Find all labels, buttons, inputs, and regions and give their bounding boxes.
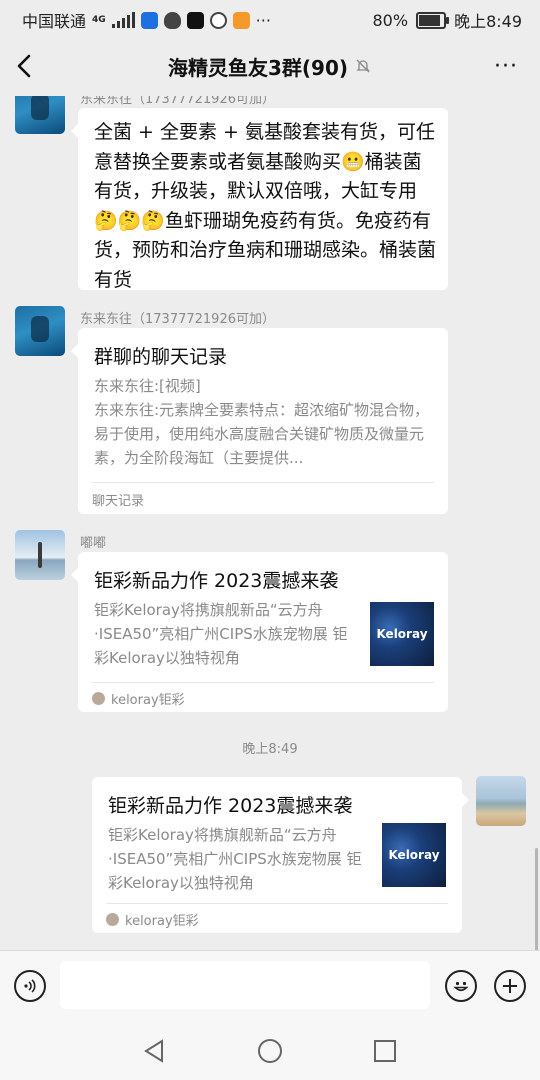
- avatar[interactable]: [15, 96, 65, 134]
- source-name: keloray钜彩: [125, 914, 199, 929]
- thumbnail-logo-text: Keloray: [388, 848, 440, 862]
- battery-icon: [416, 11, 450, 29]
- chat-title: 海精灵鱼友3群(90): [167, 56, 349, 80]
- system-navigation-bar: [0, 1020, 540, 1080]
- card-title: 钜彩新品力作 2023震撼来袭: [108, 795, 353, 817]
- card-line: 东来东往:[视频]: [94, 377, 201, 395]
- card-description: 钜彩Keloray将携旗舰新品“云方舟·ISEA50”亮相广州CIPS水族宠物展…: [94, 601, 348, 667]
- divider: [92, 482, 434, 483]
- message-text: 全菌 + 全要素 + 氨基酸套装有货，可任意替换全要素或者氨基酸购买😬桶装菌有货…: [94, 121, 437, 291]
- card-title: 群聊的聊天记录: [94, 346, 228, 368]
- source-icon: [92, 692, 105, 705]
- card-thumbnail: Keloray: [370, 602, 434, 666]
- divider: [92, 682, 434, 683]
- avatar[interactable]: [15, 530, 65, 580]
- triangle-back-icon[interactable]: [142, 1038, 166, 1064]
- card-footer: 聊天记录: [92, 490, 144, 509]
- thumbnail-logo-text: Keloray: [376, 627, 428, 641]
- chat-history-card[interactable]: 群聊的聊天记录 东来东往:[视频] 东来东往:元素牌全要素特点：超浓缩矿物混合物…: [71, 328, 448, 514]
- card-preview: 东来东往:元素牌全要素特点：超浓缩矿物混合物，易于使用，使用纯水高度融合关键矿物…: [94, 401, 430, 467]
- sender-name: 嘟嘟: [80, 536, 107, 551]
- message-list[interactable]: 东来东往（17377721926可加） 全菌 + 全要素 + 氨基酸套装有货，可…: [0, 96, 540, 950]
- sender-name: 东来东往（17377721926可加）: [80, 312, 275, 327]
- scrollbar[interactable]: [535, 848, 538, 950]
- status-right: 80% 晚上8:49: [373, 8, 523, 32]
- card-source: keloray钜彩: [92, 689, 185, 708]
- card-source: keloray钜彩: [106, 910, 199, 929]
- text-message-bubble[interactable]: 全菌 + 全要素 + 氨基酸套装有货，可任意替换全要素或者氨基酸购买😬桶装菌有货…: [71, 108, 448, 291]
- link-card[interactable]: 钜彩新品力作 2023震撼来袭 钜彩Keloray将携旗舰新品“云方舟·ISEA…: [92, 777, 469, 933]
- voice-icon[interactable]: [14, 970, 46, 1002]
- status-bar: 中国联通 4G ··· 80% 晚上8:49: [0, 0, 540, 36]
- shield-icon: [163, 11, 181, 29]
- compass-icon: [209, 11, 227, 29]
- source-icon: [106, 913, 119, 926]
- carrier-label: 中国联通: [22, 12, 87, 31]
- signal-icon: [111, 12, 135, 28]
- tiktok-icon: [186, 11, 204, 29]
- network-label: 4G: [92, 14, 106, 25]
- avatar[interactable]: [15, 306, 65, 356]
- status-left: 中国联通 4G ···: [22, 8, 271, 32]
- time-separator: 晚上8:49: [242, 742, 298, 757]
- card-thumbnail: Keloray: [382, 823, 446, 887]
- emoji-icon[interactable]: [445, 970, 477, 1002]
- bell-off-icon: [356, 59, 370, 73]
- chat-header: 海精灵鱼友3群(90) ···: [0, 36, 540, 96]
- battery-percent: 80%: [372, 10, 409, 30]
- message-input[interactable]: [60, 961, 430, 1009]
- clock: 晚上8:49: [454, 12, 522, 31]
- link-card[interactable]: 钜彩新品力作 2023震撼来袭 钜彩Keloray将携旗舰新品“云方舟·ISEA…: [71, 552, 448, 712]
- more-options-button[interactable]: ···: [494, 54, 518, 79]
- app-notification-icon: [140, 11, 158, 29]
- source-name: keloray钜彩: [111, 693, 185, 708]
- input-bar: [0, 950, 540, 1021]
- square-recents-icon[interactable]: [373, 1039, 397, 1063]
- sender-name: 东来东往（17377721926可加）: [80, 96, 275, 107]
- avatar[interactable]: [476, 776, 526, 826]
- circle-home-icon[interactable]: [257, 1038, 283, 1064]
- card-title: 钜彩新品力作 2023震撼来袭: [94, 570, 339, 592]
- more-notifications-icon: ···: [255, 10, 271, 30]
- plus-icon[interactable]: [494, 970, 526, 1002]
- card-description: 钜彩Keloray将携旗舰新品“云方舟·ISEA50”亮相广州CIPS水族宠物展…: [108, 826, 362, 892]
- card-footer-label: 聊天记录: [92, 494, 145, 509]
- store-icon: [232, 11, 250, 29]
- divider: [106, 903, 448, 904]
